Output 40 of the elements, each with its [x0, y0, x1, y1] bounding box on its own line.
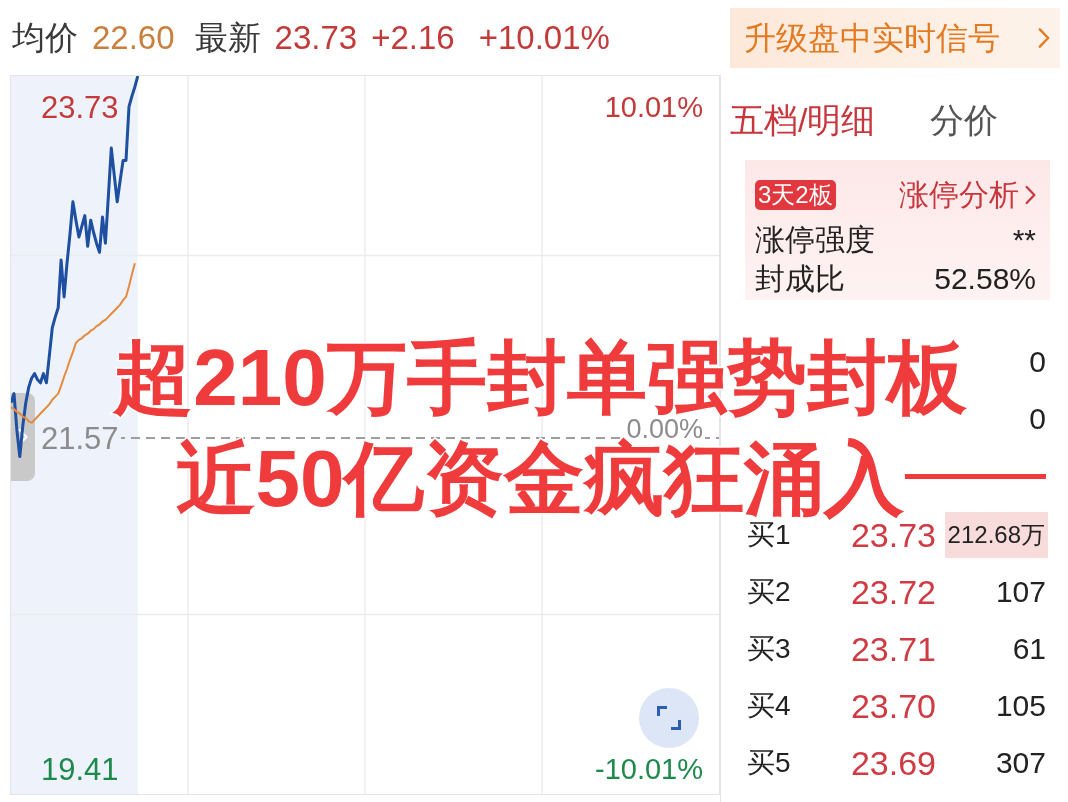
panel-tab[interactable]: 五档/明细 — [730, 103, 876, 137]
order-volume: 212.68万 — [944, 511, 1048, 558]
metric-label: 封成比 — [755, 264, 845, 294]
bid-level-label: 买2 — [747, 577, 791, 606]
metric-label: 涨停强度 — [755, 225, 875, 255]
price-change: +2.16 — [371, 21, 455, 54]
metric-value: 52.58% — [934, 264, 1036, 294]
bid-price: 23.69 — [850, 745, 936, 780]
order-volume: 105 — [995, 690, 1046, 721]
price-axis-label: 23.73 — [40, 91, 120, 123]
bid-level-label: 买4 — [747, 691, 791, 720]
latest-price-value: 23.73 — [274, 21, 358, 54]
headline-text: 超210万手封单强势封板 — [113, 338, 967, 418]
bid-price: 23.72 — [850, 574, 936, 609]
average-price-label: 均价 — [12, 21, 78, 54]
bid-level-label: 买1 — [747, 520, 791, 549]
limit-up-analysis-link[interactable]: 涨停分析 — [899, 180, 1036, 210]
bid-level-label: 买3 — [747, 634, 791, 663]
metric-value: ** — [1012, 225, 1036, 255]
chevron-right-icon — [1038, 26, 1050, 49]
percent-change: +10.01% — [478, 21, 610, 54]
bid-price: 23.70 — [850, 688, 936, 723]
expand-icon — [657, 706, 681, 730]
panel-tab[interactable]: 分价 — [930, 103, 999, 137]
expand-button[interactable] — [639, 688, 699, 748]
bid-price: 23.71 — [850, 631, 936, 666]
bid-price: 23.73 — [850, 517, 936, 552]
order-volume: 0 — [1029, 403, 1046, 434]
order-volume: 307 — [995, 747, 1046, 778]
chevron-right-icon — [1025, 185, 1036, 205]
latest-price-label: 最新 — [194, 21, 261, 54]
order-volume: 107 — [995, 576, 1046, 607]
percent-axis-label: 10.01% — [603, 92, 704, 122]
average-price-value: 22.60 — [92, 21, 175, 54]
streak-badge: 3天2板 — [755, 180, 836, 210]
percent-axis-label: -10.01% — [594, 754, 704, 784]
price-axis-label: 19.41 — [40, 753, 120, 785]
bid-level-label: 买5 — [747, 748, 791, 777]
order-volume: 0 — [1029, 346, 1046, 377]
order-volume: 61 — [1012, 633, 1046, 664]
